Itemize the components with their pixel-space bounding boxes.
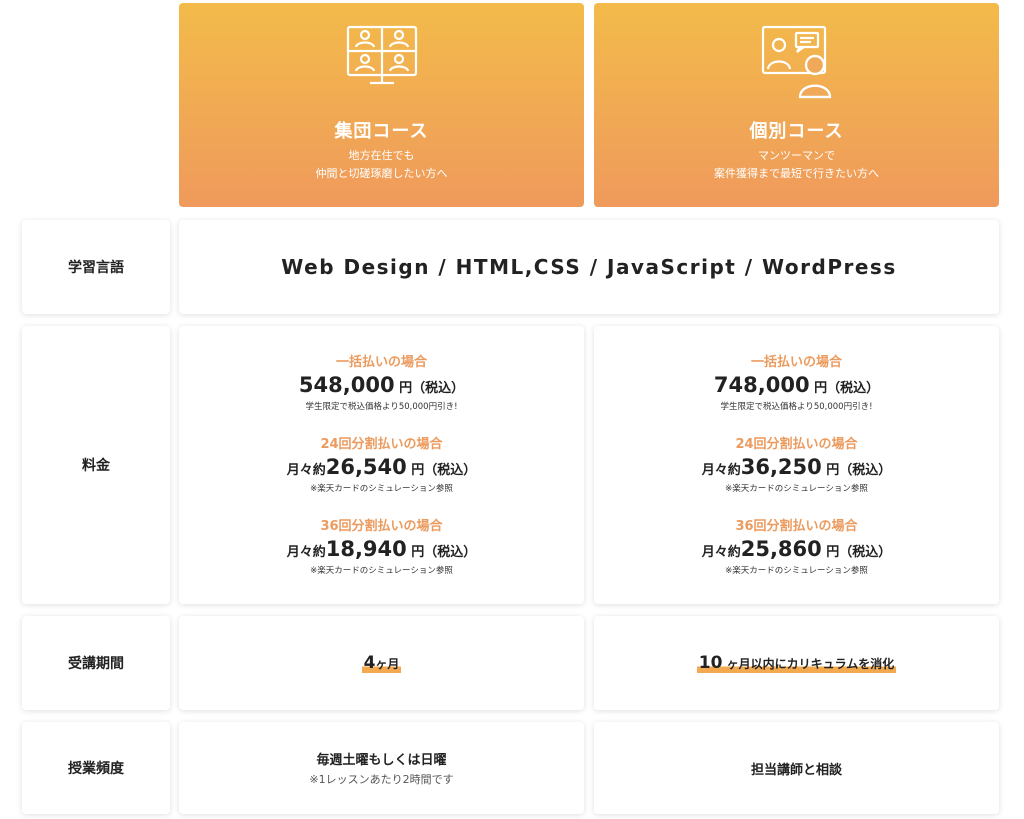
price-prefix: 月々約 (286, 545, 326, 560)
lump-sum-note: 学生限定で税込価格より50,000円引き! (720, 402, 873, 412)
price-amount: 26,540 (325, 455, 407, 479)
course-subtitle: 地方在住でも 仲間と切磋琢磨したい方へ (179, 147, 584, 183)
period-number: 4 (363, 653, 376, 673)
period-number: 10 (698, 653, 723, 673)
period-group: 4ヶ月 (179, 616, 584, 710)
installment-24-block: 24回分割払いの場合 月々約26,540 円（税込） ※楽天カードのシミュレーシ… (179, 433, 584, 494)
languages-text: Web Design / HTML,CSS / JavaScript / Wor… (281, 255, 897, 279)
installment-36-block: 36回分割払いの場合 月々約18,940 円（税込） ※楽天カードのシミュレーシ… (179, 515, 584, 576)
installment-36-price: 月々約25,860 円（税込） (594, 537, 999, 561)
lump-sum-block: 一括払いの場合 748,000 円（税込） 学生限定で税込価格より50,000円… (594, 351, 999, 412)
row-label: 授業頻度 (68, 761, 124, 777)
installment-24-note: ※楽天カードのシミュレーション参照 (725, 484, 868, 494)
price-prefix: 月々約 (701, 463, 741, 478)
period-unit: ヶ月以内にカリキュラムを消化 (722, 657, 895, 671)
languages-row-value: Web Design / HTML,CSS / JavaScript / Wor… (179, 220, 999, 314)
installment-24-title: 24回分割払いの場合 (320, 437, 443, 452)
installment-36-note: ※楽天カードのシミュレーション参照 (310, 566, 453, 576)
frequency-note: ※1レッスンあたり2時間です (309, 773, 454, 786)
lump-sum-title: 一括払いの場合 (335, 355, 427, 370)
period-highlight: 10 ヶ月以内にカリキュラムを消化 (696, 653, 897, 673)
price-prefix: 月々約 (286, 463, 326, 478)
period-individual: 10 ヶ月以内にカリキュラムを消化 (594, 616, 999, 710)
frequency-text: 担当講師と相談 (751, 759, 842, 778)
lump-sum-note: 学生限定で税込価格より50,000円引き! (305, 402, 458, 412)
frequency-individual: 担当講師と相談 (594, 722, 999, 814)
pricing-individual: 一括払いの場合 748,000 円（税込） 学生限定で税込価格より50,000円… (594, 326, 999, 604)
lump-sum-price: 548,000 円（税込） (179, 373, 584, 397)
frequency-main: 毎週土曜もしくは日曜 (316, 753, 447, 768)
installment-24-block: 24回分割払いの場合 月々約36,250 円（税込） ※楽天カードのシミュレーシ… (594, 433, 999, 494)
installment-24-note: ※楽天カードのシミュレーション参照 (310, 484, 453, 494)
row-label: 料金 (82, 458, 110, 474)
period-row-label: 受講期間 (22, 616, 170, 710)
course-subtitle-line: 案件獲得まで最短で行きたい方へ (714, 167, 879, 180)
course-title: 個別コース (749, 121, 844, 142)
lump-sum-block: 一括払いの場合 548,000 円（税込） 学生限定で税込価格より50,000円… (179, 351, 584, 412)
period-highlight: 4ヶ月 (361, 653, 402, 673)
course-subtitle: マンツーマンで 案件獲得まで最短で行きたい方へ (594, 147, 999, 183)
price-amount: 25,860 (740, 537, 822, 561)
video-conference-icon (346, 25, 418, 91)
frequency-main: 担当講師と相談 (750, 762, 842, 778)
lump-sum-title: 一括払いの場合 (750, 355, 842, 370)
installment-36-title: 36回分割払いの場合 (735, 519, 858, 534)
price-amount: 548,000 (298, 373, 395, 397)
period-unit: ヶ月 (375, 657, 400, 671)
installment-36-price: 月々約18,940 円（税込） (179, 537, 584, 561)
price-amount: 18,940 (325, 537, 407, 561)
installment-36-title: 36回分割払いの場合 (320, 519, 443, 534)
row-label: 受講期間 (68, 656, 124, 672)
individual-course-header: 個別コース マンツーマンで 案件獲得まで最短で行きたい方へ (594, 3, 999, 207)
course-subtitle-line: マンツーマンで (758, 149, 835, 162)
installment-36-block: 36回分割払いの場合 月々約25,860 円（税込） ※楽天カードのシミュレーシ… (594, 515, 999, 576)
pricing-row-label: 料金 (22, 326, 170, 604)
installment-24-title: 24回分割払いの場合 (735, 437, 858, 452)
course-subtitle-line: 仲間と切磋琢磨したい方へ (315, 167, 448, 180)
row-label: 学習言語 (68, 260, 124, 276)
frequency-group: 毎週土曜もしくは日曜 ※1レッスンあたり2時間です (179, 722, 584, 814)
price-amount: 748,000 (713, 373, 810, 397)
price-unit: 円（税込） (809, 381, 880, 396)
installment-24-price: 月々約36,250 円（税込） (594, 455, 999, 479)
group-course-header: 集団コース 地方在住でも 仲間と切磋琢磨したい方へ (179, 3, 584, 207)
course-subtitle-line: 地方在住でも (348, 149, 415, 162)
frequency-text: 毎週土曜もしくは日曜 ※1レッスンあたり2時間です (309, 749, 453, 787)
price-unit: 円（税込） (406, 545, 477, 560)
course-title: 集団コース (334, 121, 429, 142)
pricing-group: 一括払いの場合 548,000 円（税込） 学生限定で税込価格より50,000円… (179, 326, 584, 604)
price-prefix: 月々約 (701, 545, 741, 560)
price-unit: 円（税込） (821, 463, 892, 478)
price-unit: 円（税込） (394, 381, 465, 396)
frequency-row-label: 授業頻度 (22, 722, 170, 814)
presentation-icon (759, 25, 835, 103)
price-unit: 円（税込） (406, 463, 477, 478)
price-amount: 36,250 (740, 455, 822, 479)
installment-24-price: 月々約26,540 円（税込） (179, 455, 584, 479)
lump-sum-price: 748,000 円（税込） (594, 373, 999, 397)
installment-36-note: ※楽天カードのシミュレーション参照 (725, 566, 868, 576)
price-unit: 円（税込） (821, 545, 892, 560)
languages-row-label: 学習言語 (22, 220, 170, 314)
